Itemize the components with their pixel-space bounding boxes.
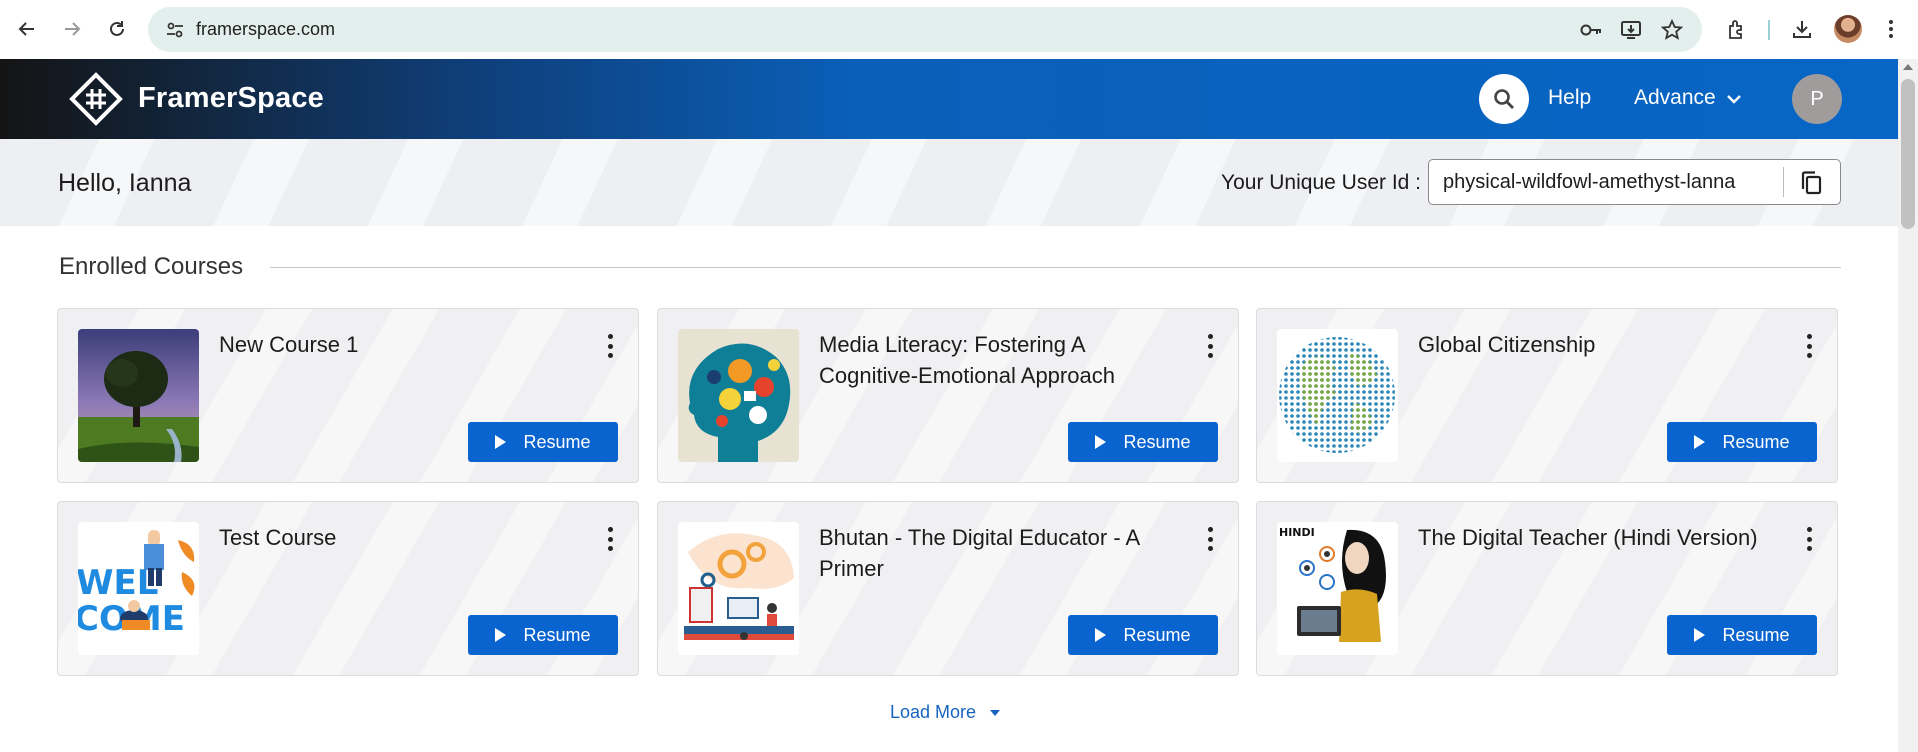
search-button[interactable] bbox=[1479, 74, 1529, 124]
course-card[interactable]: WEL COME Test Course Resume bbox=[57, 501, 639, 676]
more-options-icon[interactable] bbox=[1802, 331, 1816, 361]
play-icon bbox=[1694, 435, 1706, 449]
welcome-top-text: WEL bbox=[78, 563, 158, 603]
course-card[interactable]: Media Literacy: Fostering A Cognitive-Em… bbox=[657, 308, 1239, 483]
greeting-text: Hello, Ianna bbox=[58, 169, 192, 197]
more-options-icon[interactable] bbox=[1203, 331, 1217, 361]
profile-avatar[interactable] bbox=[1834, 15, 1862, 43]
course-title[interactable]: The Digital Teacher (Hindi Version) bbox=[1418, 522, 1778, 553]
bookmark-star-icon[interactable] bbox=[1659, 17, 1685, 43]
course-thumbnail[interactable] bbox=[678, 329, 799, 462]
toolbar-divider bbox=[1768, 20, 1770, 40]
resume-button[interactable]: Resume bbox=[468, 615, 618, 655]
resume-button[interactable]: Resume bbox=[1667, 615, 1817, 655]
section-divider bbox=[270, 267, 1841, 268]
more-options-icon[interactable] bbox=[603, 331, 617, 361]
browser-toolbar: framerspace.com bbox=[0, 0, 1918, 59]
course-thumbnail[interactable]: WEL COME bbox=[78, 522, 199, 655]
back-icon[interactable] bbox=[10, 12, 44, 46]
scroll-up-icon[interactable] bbox=[1903, 64, 1913, 70]
help-link[interactable]: Help bbox=[1548, 86, 1591, 110]
app-header: FramerSpace Help Advance P bbox=[0, 59, 1898, 139]
forward-icon[interactable] bbox=[55, 12, 89, 46]
course-title[interactable]: Bhutan - The Digital Educator - A Primer bbox=[819, 522, 1179, 584]
play-icon bbox=[1694, 628, 1706, 642]
course-title[interactable]: New Course 1 bbox=[219, 329, 579, 360]
page-scrollbar[interactable] bbox=[1898, 59, 1918, 752]
resume-label: Resume bbox=[1123, 624, 1191, 645]
resume-label: Resume bbox=[1722, 431, 1790, 452]
course-card[interactable]: HINDI The Digital Teacher (Hindi Version… bbox=[1256, 501, 1838, 676]
extensions-icon[interactable] bbox=[1720, 12, 1754, 46]
hindi-label: HINDI bbox=[1279, 526, 1315, 539]
search-icon bbox=[1494, 89, 1514, 109]
course-thumbnail[interactable] bbox=[1277, 329, 1398, 462]
course-thumbnail[interactable] bbox=[678, 522, 799, 655]
resume-label: Resume bbox=[1722, 624, 1790, 645]
course-card[interactable]: New Course 1 Resume bbox=[57, 308, 639, 483]
password-key-icon[interactable] bbox=[1578, 17, 1604, 43]
course-title[interactable]: Global Citizenship bbox=[1418, 329, 1778, 360]
downloads-icon[interactable] bbox=[1785, 12, 1819, 46]
user-id-value[interactable]: physical-wildfowl-amethyst-lanna bbox=[1443, 171, 1735, 194]
load-more-button[interactable]: Load More bbox=[890, 702, 1001, 723]
greeting-bar: Hello, Ianna Your Unique User Id : physi… bbox=[0, 139, 1898, 226]
more-options-icon[interactable] bbox=[1802, 524, 1816, 554]
copy-button[interactable] bbox=[1795, 168, 1827, 198]
course-thumbnail[interactable]: HINDI bbox=[1277, 522, 1398, 655]
play-icon bbox=[1095, 628, 1107, 642]
resume-button[interactable]: Resume bbox=[1068, 422, 1218, 462]
user-id-divider bbox=[1783, 167, 1784, 197]
course-title[interactable]: Test Course bbox=[219, 522, 579, 553]
section-title: Enrolled Courses bbox=[59, 253, 256, 281]
load-more-label: Load More bbox=[890, 702, 977, 722]
play-icon bbox=[495, 435, 507, 449]
scroll-thumb[interactable] bbox=[1901, 79, 1915, 229]
resume-button[interactable]: Resume bbox=[468, 422, 618, 462]
course-title[interactable]: Media Literacy: Fostering A Cognitive-Em… bbox=[819, 329, 1179, 391]
resume-label: Resume bbox=[523, 624, 591, 645]
more-options-icon[interactable] bbox=[1203, 524, 1217, 554]
advance-menu[interactable]: Advance bbox=[1634, 86, 1716, 110]
play-icon bbox=[1095, 435, 1107, 449]
resume-button[interactable]: Resume bbox=[1068, 615, 1218, 655]
address-bar[interactable]: framerspace.com bbox=[148, 7, 1702, 52]
brand-name[interactable]: FramerSpace bbox=[138, 82, 324, 115]
site-info-icon[interactable] bbox=[162, 17, 188, 43]
course-thumbnail[interactable] bbox=[78, 329, 199, 462]
chevron-down-icon[interactable] bbox=[1725, 90, 1743, 108]
reload-icon[interactable] bbox=[100, 12, 134, 46]
resume-button[interactable]: Resume bbox=[1667, 422, 1817, 462]
play-icon bbox=[495, 628, 507, 642]
user-avatar[interactable]: P bbox=[1792, 74, 1842, 124]
user-id-label: Your Unique User Id : bbox=[1221, 171, 1422, 194]
caret-down-icon bbox=[990, 709, 1001, 716]
user-id-field[interactable]: physical-wildfowl-amethyst-lanna bbox=[1428, 159, 1841, 205]
course-card[interactable]: Bhutan - The Digital Educator - A Primer… bbox=[657, 501, 1239, 676]
copy-icon bbox=[1801, 171, 1822, 195]
resume-label: Resume bbox=[1123, 431, 1191, 452]
install-app-icon[interactable] bbox=[1618, 17, 1644, 43]
course-card[interactable]: Global Citizenship Resume bbox=[1256, 308, 1838, 483]
url-text[interactable]: framerspace.com bbox=[196, 19, 335, 40]
more-icon[interactable] bbox=[1874, 12, 1908, 46]
framerspace-logo-icon[interactable] bbox=[66, 69, 126, 129]
more-options-icon[interactable] bbox=[603, 524, 617, 554]
resume-label: Resume bbox=[523, 431, 591, 452]
